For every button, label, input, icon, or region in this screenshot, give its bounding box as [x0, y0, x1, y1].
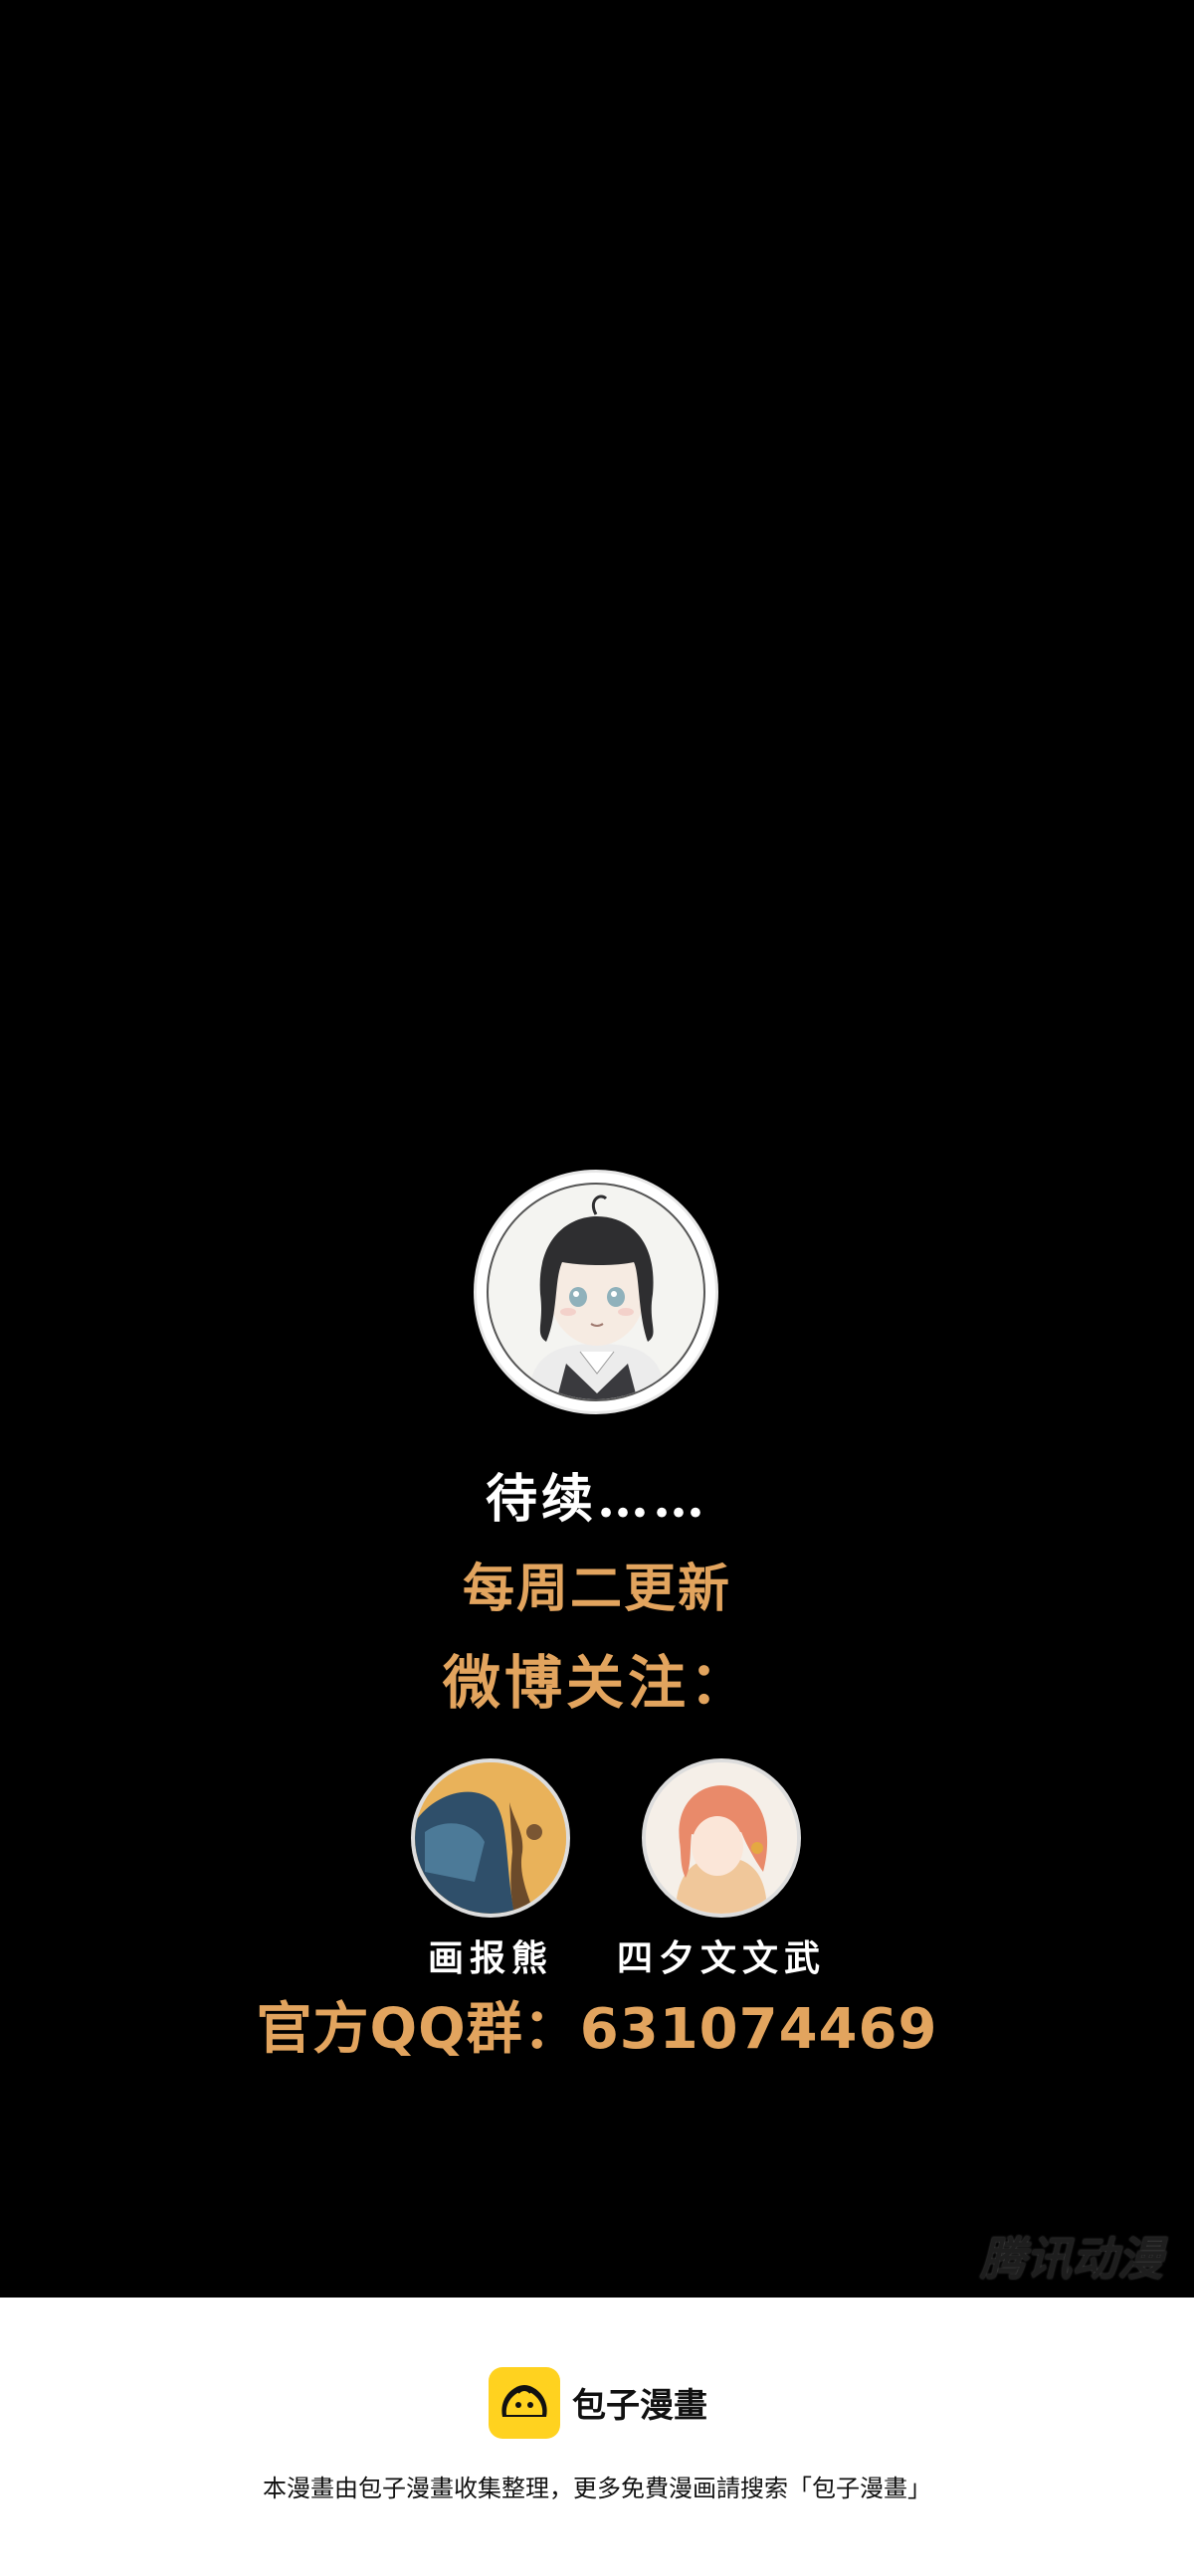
- character-portrait: [487, 1183, 705, 1401]
- to-be-continued-label: 待续……: [485, 1469, 708, 1530]
- author-avatar-illustration: [415, 1762, 566, 1914]
- author-avatar-illustration: [646, 1762, 797, 1914]
- girl-portrait-illustration: [528, 1195, 666, 1399]
- main-character-avatar: [474, 1170, 718, 1414]
- update-schedule: 每周二更新: [462, 1560, 731, 1619]
- author-avatar-huabaoxiong[interactable]: [411, 1758, 570, 1918]
- footer-notice: 本漫畫由包子漫畫收集整理，更多免費漫画請搜索「包子漫畫」: [263, 2475, 931, 2502]
- baozi-brand-name[interactable]: 包子漫畫: [572, 2378, 707, 2427]
- bun-icon: [501, 2385, 547, 2417]
- author-name-2: 四夕文文武: [616, 1937, 826, 1979]
- baozi-logo-icon[interactable]: [489, 2367, 560, 2439]
- weibo-follow-label: 微博关注：: [442, 1649, 751, 1717]
- qq-group-label: 官方QQ群：631074469: [256, 1997, 938, 2062]
- author-name-1: 画报熊: [427, 1937, 553, 1979]
- site-footer: [0, 2298, 1194, 2576]
- tencent-comic-watermark: 腾讯动漫: [980, 2232, 1163, 2286]
- author-avatar-sixiwenwenwu[interactable]: [642, 1758, 801, 1918]
- comic-end-panel: 待续…… 每周二更新 微博关注： 画报熊 四夕文文武 官方QQ群：6310744…: [0, 0, 1194, 2298]
